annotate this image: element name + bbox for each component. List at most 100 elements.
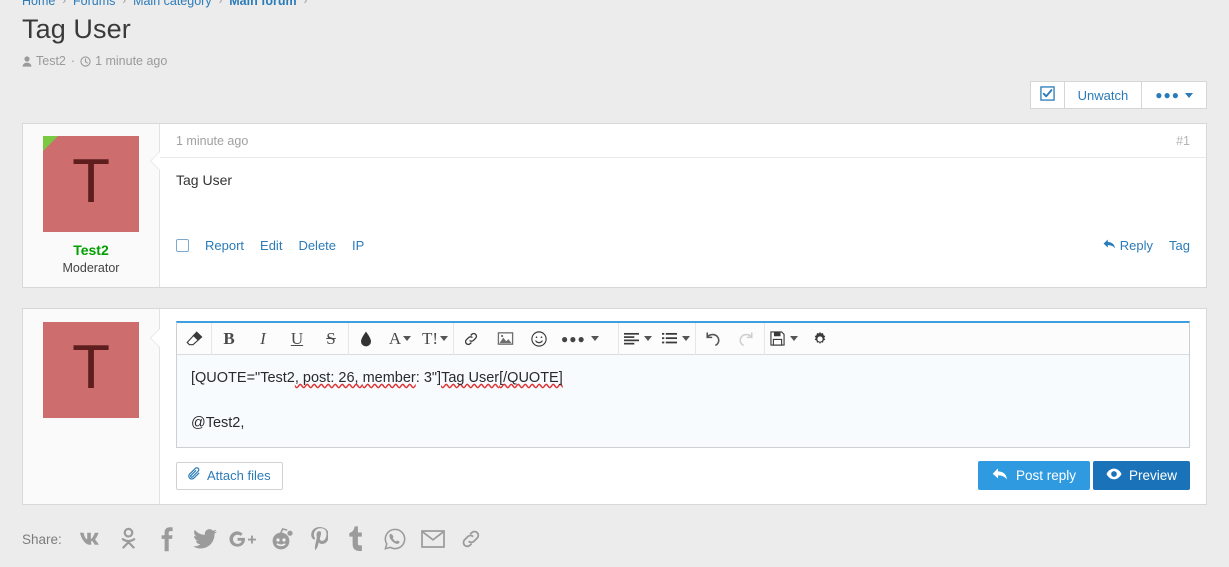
reddit-icon[interactable]	[262, 524, 300, 554]
settings-gear-icon[interactable]	[803, 323, 837, 355]
breadcrumb-separator: ›	[122, 0, 127, 7]
share-bar: Share:	[22, 524, 1207, 554]
thread-meta: Test2 · 1 minute ago	[22, 54, 1207, 68]
post-footer-right: Reply Tag	[1103, 238, 1190, 253]
reply-editor-column: B I U S A T! ●●● [QUOTE="Test2, post: 26…	[150, 309, 1206, 504]
preview-label: Preview	[1128, 468, 1177, 484]
remove-formatting-icon[interactable]	[177, 323, 211, 355]
user-icon	[22, 55, 32, 67]
email-icon[interactable]	[414, 524, 452, 554]
attach-files-button[interactable]: Attach files	[176, 461, 283, 490]
editor-toolbar: B I U S A T! ●●●	[177, 322, 1189, 356]
font-family-icon[interactable]: A	[383, 323, 417, 355]
breadcrumb-item-home[interactable]: Home	[22, 0, 55, 8]
post-permalink[interactable]: #1	[1176, 134, 1190, 148]
unwatch-button[interactable]: Unwatch	[1063, 81, 1142, 110]
editor-text-body: Tag User	[441, 370, 500, 387]
thread-time: 1 minute ago	[80, 54, 167, 68]
editor-text-member: member	[362, 370, 416, 387]
vk-icon[interactable]	[72, 524, 110, 554]
redo-icon[interactable]	[730, 323, 764, 355]
editor-text-id: : 3"]	[415, 370, 442, 387]
paperclip-icon	[188, 467, 201, 484]
reply-actions: Attach files Post reply Preview	[176, 461, 1190, 491]
breadcrumb-item-main-forum[interactable]: Main forum	[229, 0, 296, 8]
ip-link[interactable]: IP	[352, 238, 364, 253]
share-label: Share:	[22, 531, 62, 547]
breadcrumb-item-main-category[interactable]: Main category	[133, 0, 212, 8]
edit-link[interactable]: Edit	[260, 238, 282, 253]
post-time[interactable]: 1 minute ago	[176, 134, 248, 148]
thread-author-name[interactable]: Test2	[36, 54, 66, 68]
post-select-checkbox[interactable]	[176, 239, 189, 253]
breadcrumb-item-forums[interactable]: Forums	[73, 0, 115, 8]
delete-link[interactable]: Delete	[298, 238, 336, 253]
thread-actions: Unwatch ●●●	[0, 81, 1207, 110]
editor-text-quote-open: [QUOTE="Test2	[191, 370, 295, 387]
reply-arrow-icon	[992, 467, 1008, 484]
tag-link[interactable]: Tag	[1169, 238, 1190, 253]
whatsapp-icon[interactable]	[376, 524, 414, 554]
avatar[interactable]: T	[43, 322, 139, 419]
strikethrough-icon[interactable]: S	[314, 323, 348, 355]
draft-icon[interactable]	[765, 323, 803, 355]
post-reply-button[interactable]: Post reply	[977, 461, 1090, 491]
meta-dot: ·	[70, 54, 76, 69]
thread-action-group: Unwatch ●●●	[1029, 81, 1207, 110]
editor-line-2: @Test2,	[191, 414, 245, 431]
google-plus-icon[interactable]	[224, 524, 262, 554]
odnoklassniki-icon[interactable]	[110, 524, 148, 554]
editor-text-area[interactable]: [QUOTE="Test2, post: 26, member: 3"]Tag …	[177, 355, 1189, 448]
reply-notch	[151, 329, 160, 348]
tumblr-icon[interactable]	[338, 524, 376, 554]
italic-icon[interactable]: I	[246, 323, 280, 355]
facebook-icon[interactable]	[148, 524, 186, 554]
preview-button[interactable]: Preview	[1092, 461, 1190, 491]
post-header: 1 minute ago #1	[160, 124, 1206, 159]
reply-link[interactable]: Reply	[1103, 238, 1153, 253]
avatar[interactable]: T	[43, 136, 139, 233]
bold-icon[interactable]: B	[212, 323, 246, 355]
post-message-text: Tag User	[176, 172, 233, 189]
editor-line-1: [QUOTE="Test2, post: 26, member: 3"]Tag …	[191, 367, 1177, 389]
underline-icon[interactable]: U	[280, 323, 314, 355]
post-content-column: 1 minute ago #1 Tag User Report Edit Del…	[150, 124, 1206, 287]
chevron-down-icon	[1185, 92, 1193, 98]
text-color-icon[interactable]	[349, 323, 383, 355]
reply-arrow-icon	[1103, 238, 1116, 253]
insert-image-icon[interactable]	[488, 323, 522, 355]
more-options-icon[interactable]: ●●●	[556, 323, 604, 355]
list-icon[interactable]	[657, 323, 695, 355]
watch-toggle-button[interactable]	[1029, 81, 1064, 110]
editor-text-quote-close: [/QUOTE]	[499, 370, 563, 387]
insert-link-icon[interactable]	[454, 323, 488, 355]
post-footer: Report Edit Delete IP Reply Tag	[160, 230, 1206, 264]
font-size-icon[interactable]: T!	[417, 323, 453, 355]
report-link[interactable]: Report	[205, 238, 244, 253]
insert-emoji-icon[interactable]	[522, 323, 556, 355]
checkbox-checked-icon	[1039, 86, 1055, 104]
reply-user-column: T	[23, 309, 160, 505]
text-align-icon[interactable]	[619, 323, 657, 355]
thread-author: Test2	[22, 54, 66, 68]
breadcrumb-separator: ›	[218, 0, 223, 7]
online-indicator-icon	[43, 136, 58, 152]
reply-submit-group: Post reply Preview	[977, 461, 1190, 491]
clock-icon	[80, 55, 91, 67]
post-user-column: T Test2 Moderator	[23, 124, 160, 288]
eye-icon	[1106, 467, 1122, 484]
link-icon[interactable]	[452, 524, 490, 554]
undo-icon[interactable]	[696, 323, 730, 355]
twitter-icon[interactable]	[186, 524, 224, 554]
attach-files-label: Attach files	[207, 468, 271, 484]
ellipsis-icon: ●●●	[1155, 88, 1180, 103]
breadcrumb-separator: ›	[303, 0, 308, 7]
post-body: Tag User	[160, 158, 1206, 230]
rich-text-editor: B I U S A T! ●●● [QUOTE="Test2, post: 26…	[176, 321, 1190, 449]
post-username[interactable]: Test2	[23, 242, 159, 258]
thread-time-text: 1 minute ago	[95, 54, 168, 69]
breadcrumb-separator: ›	[62, 0, 67, 7]
pinterest-icon[interactable]	[300, 524, 338, 554]
post-reply-label: Post reply	[1015, 468, 1076, 484]
more-actions-button[interactable]: ●●●	[1141, 81, 1207, 110]
